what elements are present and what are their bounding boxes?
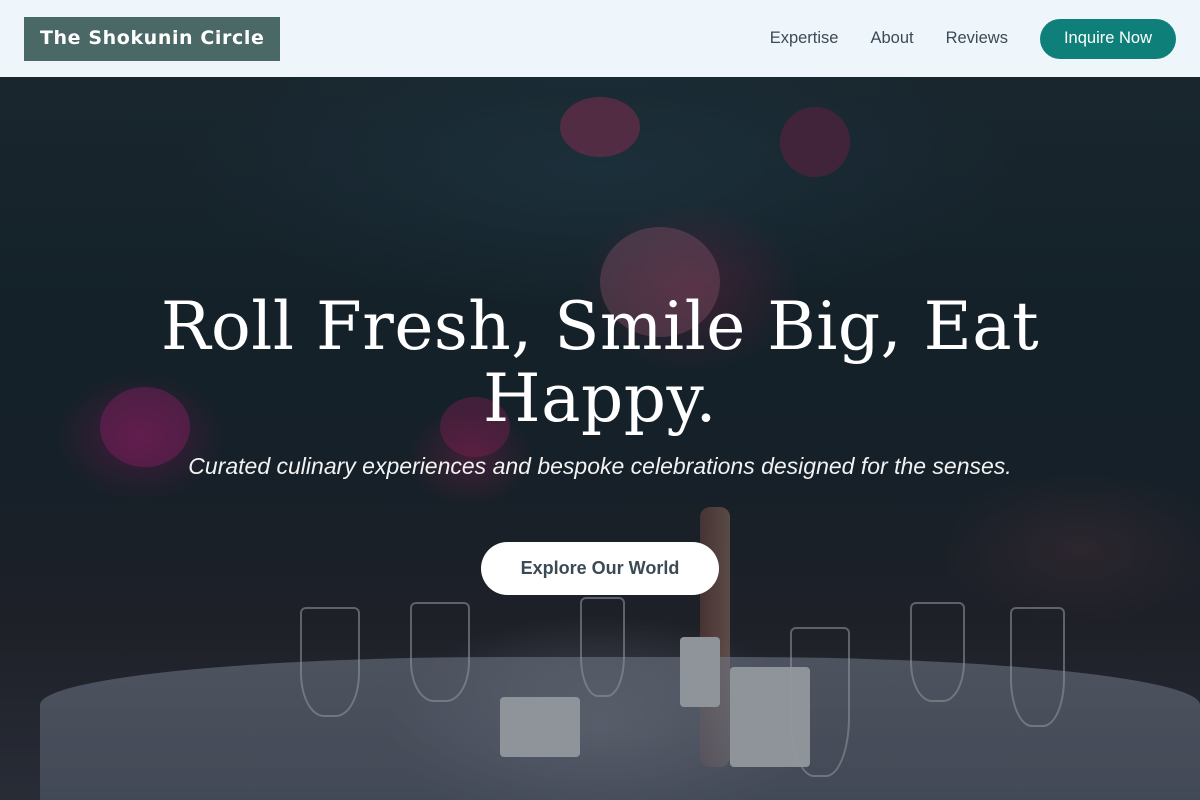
hero-subtitle: Curated culinary experiences and bespoke… — [188, 453, 1012, 479]
inquire-now-button[interactable]: Inquire Now — [1039, 18, 1176, 59]
hero-content: Roll Fresh, Smile Big, Eat Happy. Curate… — [0, 77, 1200, 800]
brand-logo[interactable]: The Shokunin Circle — [24, 16, 281, 61]
nav-link-expertise[interactable]: Expertise — [770, 29, 839, 48]
navbar: The Shokunin Circle Expertise About Revi… — [0, 0, 1200, 77]
hero-section: Roll Fresh, Smile Big, Eat Happy. Curate… — [0, 77, 1200, 800]
hero-title: Roll Fresh, Smile Big, Eat Happy. — [160, 288, 1040, 437]
nav-links: Expertise About Reviews Inquire Now — [770, 18, 1176, 59]
nav-link-about[interactable]: About — [870, 29, 913, 48]
explore-our-world-button[interactable]: Explore Our World — [481, 542, 719, 595]
nav-link-reviews[interactable]: Reviews — [946, 29, 1008, 48]
